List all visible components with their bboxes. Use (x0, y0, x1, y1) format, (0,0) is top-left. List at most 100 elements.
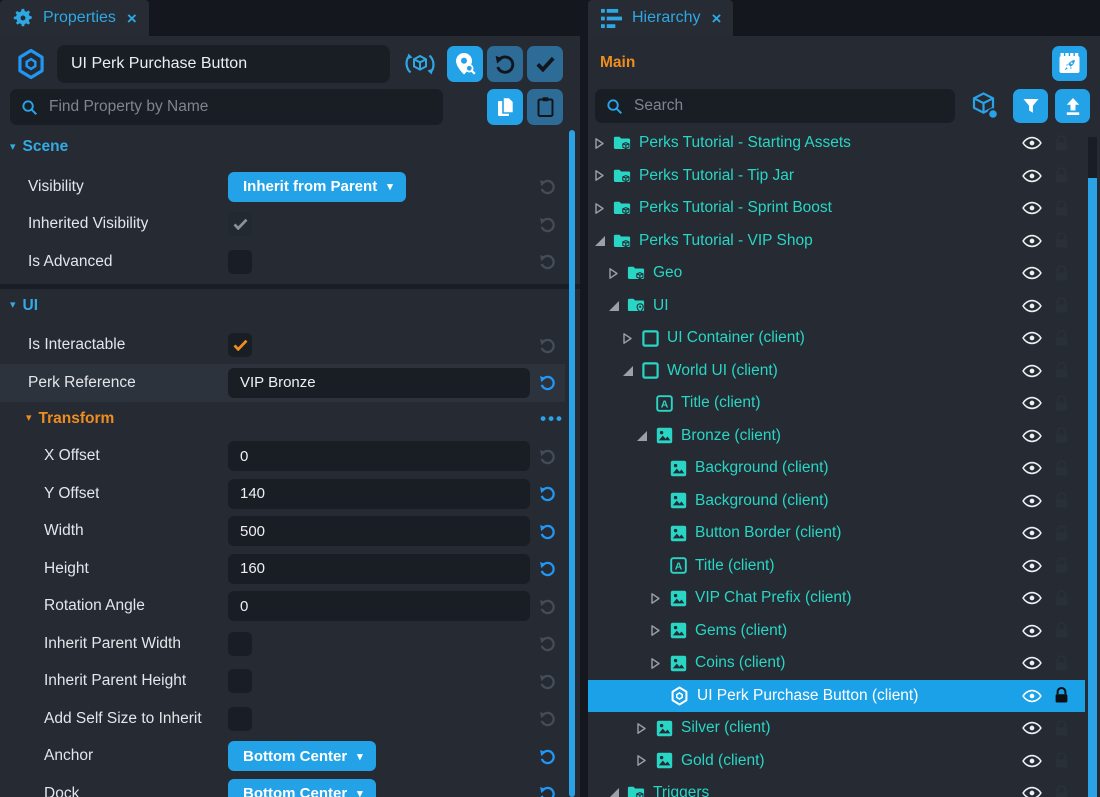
hierarchy-item-coins-client[interactable]: Coins (client) (588, 647, 1085, 680)
hierarchy-item-perks-tutorial-sprint-boost[interactable]: Perks Tutorial - Sprint Boost (588, 192, 1085, 225)
visibility-eye-icon[interactable] (1019, 266, 1045, 280)
lock-icon[interactable] (1049, 785, 1073, 797)
dock-dropdown[interactable]: Bottom Center▾ (228, 779, 376, 797)
asset-cube-icon[interactable] (969, 91, 1001, 121)
y-offset-input[interactable] (228, 479, 530, 509)
perk-reference-input[interactable] (228, 368, 530, 398)
revert-icon[interactable] (537, 521, 557, 541)
inherit-parent-height-checkbox[interactable] (228, 669, 252, 693)
visibility-eye-icon[interactable] (1019, 429, 1045, 443)
hierarchy-item-vip-chat-prefix-client[interactable]: VIP Chat Prefix (client) (588, 582, 1085, 615)
hierarchy-item-perks-tutorial-vip-shop[interactable]: Perks Tutorial - VIP Shop (588, 225, 1085, 258)
lock-icon[interactable] (1049, 752, 1073, 769)
hierarchy-item-world-ui-client[interactable]: World UI (client) (588, 355, 1085, 388)
lock-icon[interactable] (1049, 525, 1073, 542)
lock-icon[interactable] (1049, 655, 1073, 672)
tab-hierarchy[interactable]: Hierarchy × (588, 0, 733, 36)
height-input[interactable] (228, 554, 530, 584)
visibility-eye-icon[interactable] (1019, 494, 1045, 508)
collapse-arrow-icon[interactable] (594, 235, 613, 247)
visibility-eye-icon[interactable] (1019, 331, 1045, 345)
expand-arrow-icon[interactable] (650, 624, 669, 637)
hierarchy-item-geo[interactable]: Geo (588, 257, 1085, 290)
more-options-button[interactable]: ••• (540, 409, 564, 429)
lock-icon[interactable] (1049, 167, 1073, 184)
lock-icon[interactable] (1049, 492, 1073, 509)
expand-arrow-icon[interactable] (594, 202, 613, 215)
hierarchy-item-background-client[interactable]: Background (client) (588, 485, 1085, 518)
revert-icon[interactable] (537, 373, 557, 393)
lock-icon[interactable] (1049, 330, 1073, 347)
lock-icon[interactable] (1049, 427, 1073, 444)
hierarchy-scrollbar[interactable] (1088, 178, 1097, 797)
entity-name-input[interactable] (57, 45, 390, 83)
hierarchy-item-gems-client[interactable]: Gems (client) (588, 615, 1085, 648)
lock-icon[interactable] (1049, 395, 1073, 412)
section-collapse-arrow-icon[interactable]: ▾ (10, 140, 16, 153)
visibility-eye-icon[interactable] (1019, 754, 1045, 768)
inherited-visibility-checkbox[interactable] (228, 212, 252, 236)
lock-icon[interactable] (1049, 460, 1073, 477)
visibility-eye-icon[interactable] (1019, 169, 1045, 183)
visibility-eye-icon[interactable] (1019, 786, 1045, 797)
expand-arrow-icon[interactable] (622, 332, 641, 345)
collapse-arrow-icon[interactable] (622, 365, 641, 377)
hierarchy-item-silver-client[interactable]: Silver (client) (588, 712, 1085, 745)
section-header-ui[interactable]: ▾UI (0, 294, 580, 318)
hierarchy-item-perks-tutorial-starting-assets[interactable]: Perks Tutorial - Starting Assets (588, 127, 1085, 160)
hierarchy-item-triggers[interactable]: Triggers (588, 777, 1085, 797)
lock-icon[interactable] (1049, 297, 1073, 314)
revert-icon[interactable] (537, 559, 557, 579)
upload-button[interactable] (1055, 89, 1090, 123)
inherit-parent-width-checkbox[interactable] (228, 632, 252, 656)
x-offset-input[interactable] (228, 441, 530, 471)
close-icon[interactable]: × (127, 10, 137, 27)
hierarchy-item-ui-perk-purchase-button-client[interactable]: UI Perk Purchase Button (client) (588, 680, 1085, 713)
visibility-eye-icon[interactable] (1019, 136, 1045, 150)
revert-icon[interactable] (537, 484, 557, 504)
paste-properties-button[interactable] (527, 89, 563, 125)
lock-icon[interactable] (1049, 265, 1073, 282)
add-self-size-to-inherit-checkbox[interactable] (228, 707, 252, 731)
visibility-eye-icon[interactable] (1019, 299, 1045, 313)
lock-icon[interactable] (1049, 720, 1073, 737)
is-interactable-checkbox[interactable] (228, 333, 252, 357)
find-property-field[interactable] (10, 89, 443, 125)
tab-properties[interactable]: Properties × (0, 0, 149, 36)
gizmo-icon[interactable] (403, 47, 437, 81)
anchor-dropdown[interactable]: Bottom Center▾ (228, 741, 376, 771)
collapse-arrow-icon[interactable] (608, 300, 627, 312)
expand-arrow-icon[interactable] (608, 267, 627, 280)
hierarchy-item-title-client[interactable]: ATitle (client) (588, 387, 1085, 420)
hierarchy-item-perks-tutorial-tip-jar[interactable]: Perks Tutorial - Tip Jar (588, 160, 1085, 193)
hierarchy-item-ui-container-client[interactable]: UI Container (client) (588, 322, 1085, 355)
section-collapse-arrow-icon[interactable]: ▾ (26, 411, 32, 424)
lock-icon[interactable] (1049, 200, 1073, 217)
hierarchy-item-background-client[interactable]: Background (client) (588, 452, 1085, 485)
expand-arrow-icon[interactable] (650, 657, 669, 670)
visibility-dropdown[interactable]: Inherit from Parent▾ (228, 172, 406, 202)
hierarchy-item-button-border-client[interactable]: Button Border (client) (588, 517, 1085, 550)
world-launch-button[interactable] (1052, 46, 1087, 81)
lock-icon[interactable] (1049, 362, 1073, 379)
undo-button[interactable] (487, 46, 523, 82)
lock-icon[interactable] (1049, 687, 1073, 704)
filter-button[interactable] (1013, 89, 1048, 123)
collapse-arrow-icon[interactable] (608, 787, 627, 797)
visibility-eye-icon[interactable] (1019, 201, 1045, 215)
expand-arrow-icon[interactable] (636, 722, 655, 735)
visibility-eye-icon[interactable] (1019, 396, 1045, 410)
lock-icon[interactable] (1049, 232, 1073, 249)
expand-arrow-icon[interactable] (636, 754, 655, 767)
properties-scrollbar[interactable] (569, 130, 575, 797)
hierarchy-item-bronze-client[interactable]: Bronze (client) (588, 420, 1085, 453)
hierarchy-item-ui[interactable]: UI (588, 290, 1085, 323)
visibility-eye-icon[interactable] (1019, 624, 1045, 638)
close-icon[interactable]: × (711, 10, 721, 27)
visibility-eye-icon[interactable] (1019, 721, 1045, 735)
expand-arrow-icon[interactable] (594, 169, 613, 182)
hierarchy-item-title-client[interactable]: ATitle (client) (588, 550, 1085, 583)
is-advanced-checkbox[interactable] (228, 250, 252, 274)
width-input[interactable] (228, 516, 530, 546)
visibility-eye-icon[interactable] (1019, 591, 1045, 605)
